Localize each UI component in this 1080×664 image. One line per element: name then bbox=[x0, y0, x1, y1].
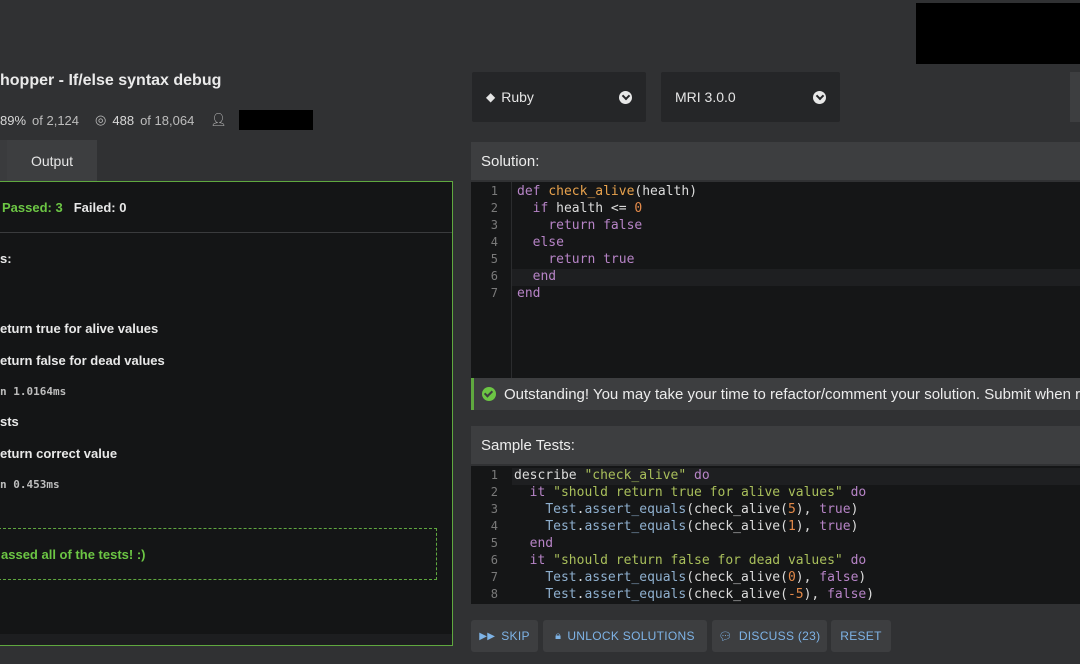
chevron-down-icon bbox=[813, 90, 826, 104]
version-value: MRI 3.0.0 bbox=[675, 89, 736, 105]
success-notice: Outstanding! You may take your time to r… bbox=[471, 378, 1080, 410]
language-value: Ruby bbox=[501, 89, 534, 105]
author-name-redacted[interactable] bbox=[238, 110, 313, 130]
skip-button[interactable]: ▶▶ SKIP bbox=[471, 620, 538, 652]
line-number: 5 bbox=[490, 536, 498, 550]
line-number: 4 bbox=[490, 519, 498, 533]
test-summary: Passed: 3 Failed: 0 bbox=[0, 182, 452, 233]
satisfaction-count: of 2,124 bbox=[32, 112, 80, 128]
output-scrollbar[interactable] bbox=[0, 634, 452, 645]
fast-forward-icon: ▶▶ bbox=[479, 630, 496, 642]
test-result[interactable]: eturn false for dead values bbox=[0, 353, 165, 368]
line-number: 1 bbox=[490, 468, 498, 482]
tab-instructions[interactable] bbox=[0, 140, 7, 181]
line-number: 2 bbox=[490, 201, 498, 215]
lock-icon: 🔒︎ bbox=[555, 629, 562, 642]
version-select[interactable]: MRI 3.0.0 bbox=[661, 72, 840, 122]
redacted-area bbox=[916, 3, 1080, 64]
solution-header: Solution: bbox=[471, 142, 1080, 180]
output-heading[interactable]: sts bbox=[0, 414, 19, 429]
line-number: 6 bbox=[490, 553, 498, 567]
skip-label: SKIP bbox=[501, 629, 530, 643]
test-time: n 1.0164ms bbox=[0, 385, 67, 398]
solution-code[interactable]: def check_alive(health) if health <= 0 r… bbox=[517, 183, 697, 302]
test-result[interactable]: eturn true for alive values bbox=[0, 321, 158, 336]
output-heading[interactable]: s: bbox=[0, 251, 12, 266]
user-icon: 👤︎ bbox=[210, 112, 227, 127]
check-circle-icon bbox=[482, 387, 496, 401]
sample-tests-code[interactable]: describe "check_alive" do it "should ret… bbox=[514, 467, 874, 603]
unlock-label: UNLOCK SOLUTIONS bbox=[567, 629, 695, 643]
satisfaction-rating: 89% bbox=[0, 112, 27, 128]
solution-line-numbers: 1 2 3 4 5 6 7 bbox=[472, 184, 498, 303]
comments-icon: 💬︎ bbox=[718, 630, 733, 643]
line-number: 7 bbox=[490, 570, 498, 584]
test-result[interactable]: eturn correct value bbox=[0, 446, 117, 461]
line-number: 4 bbox=[490, 235, 498, 249]
line-number: 7 bbox=[490, 286, 498, 300]
language-select[interactable]: ◆ Ruby bbox=[472, 72, 646, 122]
success-message-box: assed all of the tests! :) bbox=[0, 528, 437, 580]
line-number: 3 bbox=[490, 218, 498, 232]
ruby-icon: ◆ bbox=[486, 90, 496, 104]
line-number: 8 bbox=[490, 587, 498, 601]
completed-count: 488 bbox=[112, 112, 135, 128]
tab-output[interactable]: Output bbox=[7, 140, 97, 181]
unlock-solutions-button[interactable]: 🔒︎ UNLOCK SOLUTIONS bbox=[543, 620, 707, 652]
line-number: 1 bbox=[490, 184, 498, 198]
chevron-down-icon bbox=[619, 90, 632, 104]
line-number: 2 bbox=[490, 485, 498, 499]
discuss-label: DISCUSS (23) bbox=[738, 629, 821, 643]
notice-text: Outstanding! You may take your time to r… bbox=[504, 385, 1080, 403]
success-message: assed all of the tests! :) bbox=[1, 546, 146, 562]
settings-button-edge[interactable] bbox=[1070, 72, 1080, 122]
tests-line-numbers: 1 2 3 4 5 6 7 8 bbox=[472, 468, 498, 604]
target-icon: ◎ bbox=[95, 112, 107, 127]
kata-title: hopper - If/else syntax debug bbox=[0, 72, 222, 89]
reset-button[interactable]: RESET bbox=[831, 620, 891, 652]
discuss-button[interactable]: 💬︎ DISCUSS (23) bbox=[712, 620, 827, 652]
kata-stats: 89% of 2,124 ◎ 488 of 18,064 👤︎ bbox=[0, 110, 313, 130]
test-time: n 0.453ms bbox=[0, 478, 60, 491]
sample-tests-header: Sample Tests: bbox=[471, 426, 1080, 464]
passed-count: Passed: 3 bbox=[2, 199, 63, 215]
line-number: 3 bbox=[490, 502, 498, 516]
failed-count: Failed: 0 bbox=[73, 199, 127, 215]
line-number: 5 bbox=[490, 252, 498, 266]
completed-total: of 18,064 bbox=[140, 112, 195, 128]
line-number: 6 bbox=[490, 269, 498, 283]
